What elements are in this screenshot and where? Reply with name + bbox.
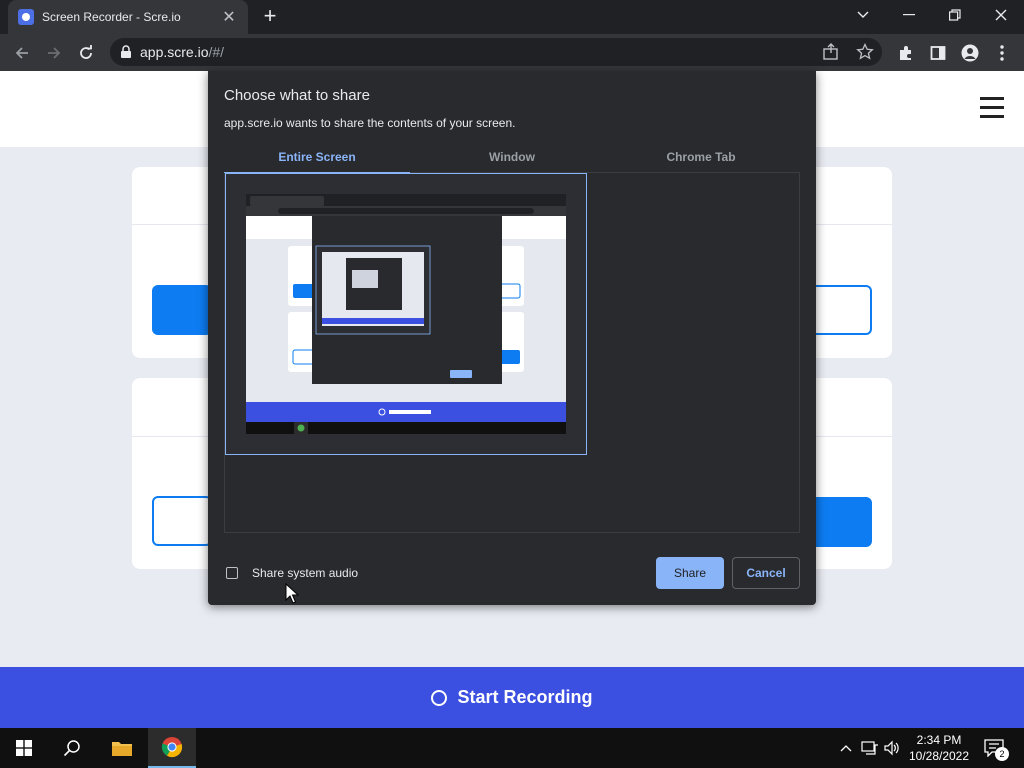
file-explorer-icon[interactable] [98, 728, 146, 768]
volume-icon[interactable] [882, 738, 902, 758]
source-grid [224, 173, 800, 533]
tab-strip: Screen Recorder - Scre.io ✕ + [0, 0, 1024, 34]
dialog-subtitle: app.scre.io wants to share the contents … [224, 116, 516, 130]
search-icon[interactable] [48, 728, 96, 768]
start-recording-label: Start Recording [457, 687, 593, 707]
profile-avatar-icon[interactable] [956, 39, 984, 67]
screen-recorder-favicon-icon [18, 9, 34, 25]
close-window-icon[interactable] [978, 0, 1024, 30]
chrome-menu-kebab-icon[interactable] [988, 39, 1016, 67]
side-panel-icon[interactable] [924, 39, 952, 67]
windows-taskbar: 2:34 PM 10/28/2022 2 [0, 728, 1024, 768]
share-audio-row: Share system audio [226, 566, 358, 580]
url-path: /#/ [208, 44, 225, 60]
share-page-icon[interactable] [822, 43, 840, 66]
record-circle-icon [431, 689, 448, 706]
minimize-icon[interactable] [886, 0, 932, 30]
address-bar[interactable]: app.scre.io/#/ [110, 38, 882, 66]
forward-arrow-icon[interactable] [40, 39, 68, 67]
screen-preview-thumbnail [246, 194, 566, 434]
reload-icon[interactable] [72, 39, 100, 67]
share-audio-label: Share system audio [252, 566, 359, 580]
tab-search-icon[interactable] [840, 0, 886, 30]
extensions-puzzle-icon[interactable] [892, 39, 920, 67]
share-source-tabs: Entire Screen Window Chrome Tab [224, 143, 800, 174]
cancel-button[interactable]: Cancel [732, 557, 800, 589]
clock-time: 2:34 PM [916, 733, 962, 747]
share-screen-dialog: Choose what to share app.scre.io wants t… [208, 71, 816, 605]
notification-count-badge: 2 [995, 747, 1009, 761]
start-recording-bar[interactable]: Start Recording [0, 667, 1024, 728]
entire-screen-option[interactable] [225, 173, 587, 455]
share-audio-checkbox[interactable] [226, 567, 238, 579]
close-tab-icon[interactable]: ✕ [220, 7, 238, 27]
clock-date: 10/28/2022 [908, 749, 970, 763]
dialog-title: Choose what to share [224, 87, 370, 104]
show-hidden-icons-chevron-icon[interactable] [836, 738, 856, 758]
option-button-filled-left[interactable] [152, 285, 212, 335]
windows-start-icon[interactable] [0, 728, 48, 768]
tab-entire-screen[interactable]: Entire Screen [224, 143, 410, 174]
option-button-outline-right[interactable] [808, 285, 872, 335]
url-host: app.scre.io [140, 44, 209, 60]
tab-chrome-tab[interactable]: Chrome Tab [608, 143, 794, 173]
option-button-filled-right[interactable] [808, 497, 872, 547]
browser-tab[interactable]: Screen Recorder - Scre.io ✕ [8, 0, 248, 34]
hamburger-menu-icon[interactable] [980, 97, 1004, 119]
share-button[interactable]: Share [656, 557, 724, 589]
network-icon[interactable] [860, 738, 880, 758]
chrome-taskbar-icon[interactable] [148, 728, 196, 768]
option-button-outline-left[interactable] [152, 496, 212, 546]
mouse-cursor-icon [285, 582, 300, 610]
new-tab-icon[interactable]: + [258, 5, 282, 29]
lock-icon [121, 45, 131, 58]
tab-window[interactable]: Window [419, 143, 605, 173]
tab-title: Screen Recorder - Scre.io [42, 10, 181, 24]
browser-toolbar: app.scre.io/#/ [0, 34, 1024, 71]
restore-icon[interactable] [932, 0, 978, 30]
bookmark-star-icon[interactable] [856, 42, 874, 66]
taskbar-clock[interactable]: 2:34 PM 10/28/2022 [906, 732, 972, 764]
url-text: app.scre.io/#/ [140, 44, 224, 60]
back-arrow-icon[interactable] [8, 39, 36, 67]
notifications-icon[interactable]: 2 [983, 738, 1009, 761]
